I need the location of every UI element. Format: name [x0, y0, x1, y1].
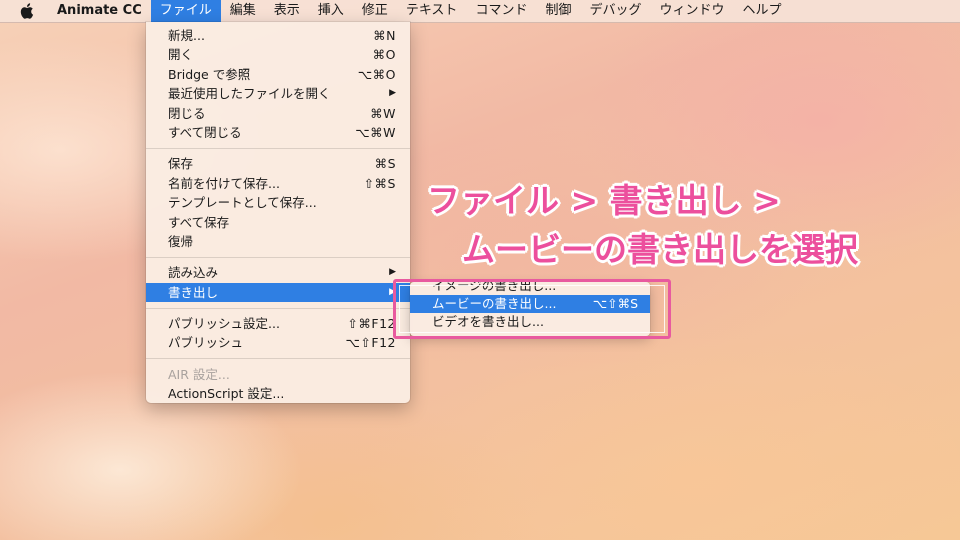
- menu-item-close-all[interactable]: すべて閉じる ⌥⌘W: [146, 123, 410, 142]
- menu-debug[interactable]: デバッグ: [580, 0, 650, 22]
- menu-help[interactable]: ヘルプ: [734, 0, 791, 22]
- menu-item-label: 書き出し: [168, 284, 219, 300]
- menu-text[interactable]: テキスト: [397, 0, 467, 22]
- menu-item-revert[interactable]: 復帰: [146, 232, 410, 251]
- menu-edit[interactable]: 編集: [221, 0, 265, 22]
- menu-item-save-as[interactable]: 名前を付けて保存... ⇧⌘S: [146, 174, 410, 193]
- menu-item-label: すべて保存: [168, 214, 230, 230]
- annotation-line-1: ファイル > 書き出し >: [427, 181, 781, 220]
- menu-item-publish[interactable]: パブリッシュ ⌥⇧F12: [146, 333, 410, 352]
- app-menu[interactable]: Animate CC: [48, 0, 151, 22]
- file-menu-dropdown: 新規... ⌘N 開く ⌘O Bridge で参照 ⌥⌘O 最近使用したファイル…: [146, 22, 410, 403]
- menu-item-label: 復帰: [168, 233, 194, 249]
- menu-item-label: パブリッシュ: [168, 335, 244, 351]
- shortcut-label: ⇧⌘S: [363, 175, 396, 191]
- shortcut-label: ⌘S: [374, 156, 396, 172]
- menu-item-label: Bridge で参照: [168, 66, 251, 82]
- menu-item-save-as-template[interactable]: テンプレートとして保存...: [146, 193, 410, 212]
- menu-separator: [146, 358, 410, 360]
- menu-item-label: すべて閉じる: [168, 124, 242, 140]
- menu-separator: [146, 307, 410, 309]
- menu-separator: [146, 256, 410, 258]
- menu-item-label: ActionScript 設定...: [168, 386, 285, 402]
- menu-item-import[interactable]: 読み込み ▶: [146, 263, 410, 282]
- menu-item-publish-settings[interactable]: パブリッシュ設定... ⇧⌘F12: [146, 314, 410, 333]
- menu-item-open[interactable]: 開く ⌘O: [146, 45, 410, 64]
- menu-item-label: AIR 設定...: [168, 366, 230, 382]
- menu-item-open-recent[interactable]: 最近使用したファイルを開く ▶: [146, 84, 410, 103]
- menu-modify[interactable]: 修正: [353, 0, 397, 22]
- menu-control[interactable]: 制御: [536, 0, 580, 22]
- shortcut-label: ⌥⌘O: [357, 66, 396, 82]
- menu-item-label: 読み込み: [168, 265, 219, 281]
- menu-item-label: テンプレートとして保存...: [168, 195, 317, 211]
- annotation-line-2: ムービーの書き出しを選択: [462, 230, 858, 269]
- shortcut-label: ⌘W: [370, 105, 396, 121]
- menu-item-air-settings: AIR 設定...: [146, 365, 410, 384]
- menu-item-save[interactable]: 保存 ⌘S: [146, 154, 410, 173]
- shortcut-label: ⌥⌘W: [355, 124, 396, 140]
- menu-insert[interactable]: 挿入: [309, 0, 353, 22]
- shortcut-label: ⌘N: [373, 28, 396, 43]
- menu-file[interactable]: ファイル: [150, 0, 221, 22]
- menu-item-label: 名前を付けて保存...: [168, 175, 280, 191]
- menu-item-label: 開く: [168, 47, 194, 63]
- menu-item-label: 最近使用したファイルを開く: [168, 86, 331, 102]
- menu-item-new[interactable]: 新規... ⌘N: [146, 26, 410, 45]
- apple-icon[interactable]: [20, 3, 34, 19]
- menu-item-save-all[interactable]: すべて保存: [146, 213, 410, 232]
- menu-item-export[interactable]: 書き出し ▶: [146, 282, 410, 303]
- menu-item-label: 新規...: [168, 28, 205, 43]
- menu-item-label: パブリッシュ設定...: [168, 316, 280, 332]
- menu-item-browse-in-bridge[interactable]: Bridge で参照 ⌥⌘O: [146, 65, 410, 84]
- menu-item-close[interactable]: 閉じる ⌘W: [146, 104, 410, 123]
- menu-window[interactable]: ウィンドウ: [650, 0, 733, 22]
- highlight-frame-inner: [399, 285, 665, 333]
- shortcut-label: ⇧⌘F12: [347, 316, 396, 332]
- menu-view[interactable]: 表示: [265, 0, 309, 22]
- submenu-arrow-icon: ▶: [389, 88, 396, 99]
- menu-item-label: 閉じる: [168, 105, 206, 121]
- shortcut-label: ⌘O: [372, 47, 396, 63]
- menu-item-label: 保存: [168, 156, 194, 172]
- menu-commands[interactable]: コマンド: [466, 0, 536, 22]
- menu-bar: Animate CC ファイル 編集 表示 挿入 修正 テキスト コマンド 制御…: [0, 0, 960, 23]
- menu-separator: [146, 147, 410, 149]
- menu-item-actionscript-settings[interactable]: ActionScript 設定...: [146, 384, 410, 403]
- shortcut-label: ⌥⇧F12: [345, 335, 396, 351]
